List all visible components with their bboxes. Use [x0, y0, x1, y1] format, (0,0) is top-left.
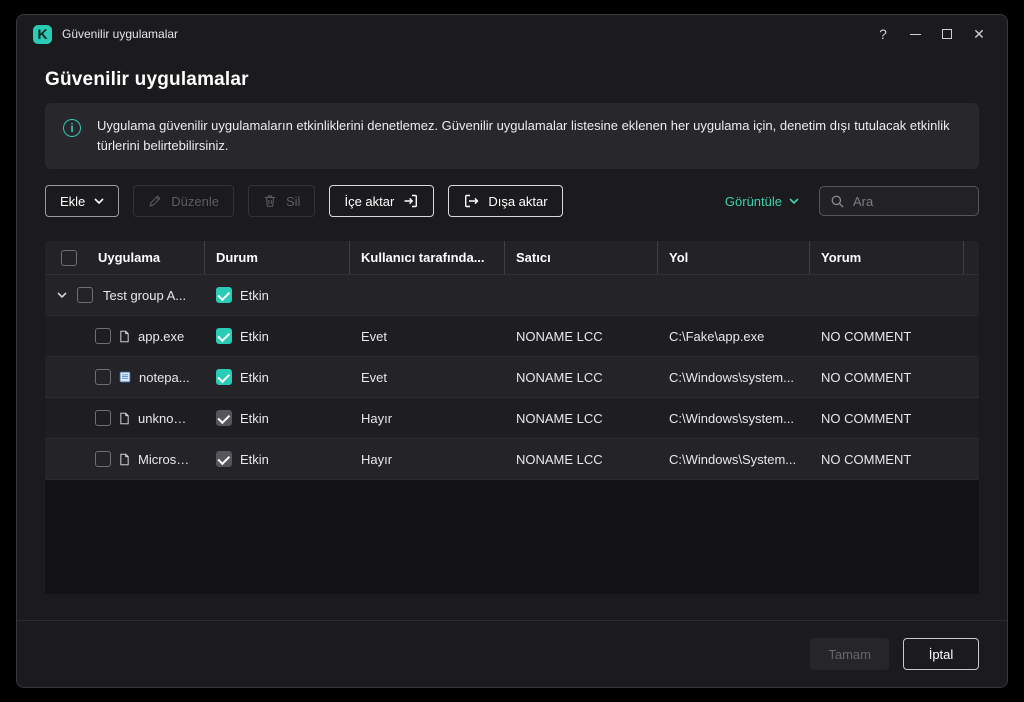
delete-button[interactable]: Sil [248, 185, 316, 218]
import-button[interactable]: İçe aktar [329, 185, 435, 218]
status-label: Etkin [240, 369, 269, 385]
search-box [819, 186, 979, 217]
add-button[interactable]: Ekle [45, 185, 120, 218]
kaspersky-logo-icon: K [33, 24, 52, 44]
col-header-user-defined[interactable]: Kullanıcı tarafında... [349, 241, 504, 275]
add-button-label: Ekle [60, 193, 86, 209]
app-window: K Güvenilir uygulamalar ? ✕ Güvenilir uy… [16, 14, 1008, 688]
col-header-status[interactable]: Durum [204, 241, 349, 275]
info-banner-text: Uygulama güvenilir uygulamaların etkinli… [97, 118, 950, 154]
view-button[interactable]: Görüntüle [725, 194, 799, 209]
status-checkbox[interactable] [216, 328, 232, 345]
app-name: app.exe [138, 328, 185, 344]
status-checkbox[interactable] [216, 410, 232, 427]
user-defined-cell: Evet [361, 369, 388, 385]
file-icon [118, 329, 131, 344]
trash-icon [264, 195, 276, 208]
vendor-cell: NONAME LCC [516, 451, 603, 467]
chevron-down-icon[interactable] [57, 292, 67, 299]
file-icon [118, 452, 131, 467]
user-defined-cell: Hayır [361, 451, 393, 467]
row-select-checkbox[interactable] [77, 287, 93, 304]
row-select-checkbox[interactable] [95, 451, 111, 468]
status-label: Etkin [240, 410, 269, 426]
page-content: Güvenilir uygulamalar i Uygulama güvenil… [17, 53, 1007, 620]
status-label: Etkin [240, 451, 269, 467]
table-header-row: Uygulama Durum Kullanıcı tarafında... Sa… [45, 241, 979, 276]
table-row[interactable]: Microsoft... Etkin Hayır NONAME LCC C:\W… [45, 439, 979, 481]
vendor-cell: NONAME LCC [516, 369, 603, 385]
select-all-checkbox[interactable] [61, 249, 77, 266]
toolbar: Ekle Düzenle Sil İçe aktar Dışa aktar Gö… [45, 185, 979, 218]
status-checkbox[interactable] [216, 287, 232, 304]
row-select-checkbox[interactable] [95, 328, 111, 345]
close-button[interactable]: ✕ [963, 19, 995, 49]
comment-cell: NO COMMENT [821, 328, 912, 344]
titlebar: K Güvenilir uygulamalar ? ✕ [17, 15, 1007, 53]
search-icon [831, 195, 844, 208]
applications-table: Uygulama Durum Kullanıcı tarafında... Sa… [45, 241, 979, 594]
import-icon [404, 195, 418, 208]
table-row[interactable]: notepa... Etkin Evet NONAME LCC C:\Windo… [45, 357, 979, 399]
path-cell: C:\Windows\system... [669, 410, 794, 426]
page-title: Güvenilir uygulamalar [45, 69, 249, 90]
cancel-button[interactable]: İptal [903, 638, 979, 670]
export-button[interactable]: Dışa aktar [448, 185, 563, 218]
minimize-icon [909, 33, 921, 35]
col-header-comment[interactable]: Yorum [809, 241, 963, 275]
group-name: Test group A... [103, 287, 187, 303]
file-icon [118, 411, 131, 426]
path-cell: C:\Windows\system... [669, 369, 794, 385]
path-cell: C:\Fake\app.exe [669, 328, 765, 344]
edit-button[interactable]: Düzenle [133, 185, 234, 218]
status-label: Etkin [240, 328, 269, 344]
comment-cell: NO COMMENT [821, 451, 912, 467]
import-button-label: İçe aktar [344, 193, 395, 209]
table-row-group[interactable]: Test group A... Etkin [45, 275, 979, 317]
col-header-path[interactable]: Yol [657, 241, 809, 275]
window-title: Güvenilir uygulamalar [62, 27, 179, 41]
status-label: Etkin [240, 287, 269, 303]
row-select-checkbox[interactable] [95, 369, 111, 386]
vendor-cell: NONAME LCC [516, 410, 603, 426]
status-checkbox[interactable] [216, 451, 232, 468]
col-header-vendor[interactable]: Satıcı [504, 241, 657, 275]
maximize-button[interactable] [931, 19, 963, 49]
app-name: Microsoft... [138, 451, 192, 467]
col-header-application[interactable]: Uygulama [86, 241, 204, 274]
row-select-checkbox[interactable] [95, 410, 111, 427]
search-input[interactable] [853, 193, 968, 209]
path-cell: C:\Windows\System... [669, 451, 797, 467]
delete-button-label: Sil [286, 193, 301, 209]
table-row[interactable]: unknown.... Etkin Hayır NONAME LCC C:\Wi… [45, 398, 979, 440]
table-row[interactable]: app.exe Etkin Evet NONAME LCC C:\Fake\ap… [45, 316, 979, 358]
chevron-down-icon [789, 198, 799, 205]
info-banner: i Uygulama güvenilir uygulamaların etkin… [45, 103, 979, 170]
help-button[interactable]: ? [867, 19, 899, 49]
maximize-icon [942, 29, 952, 39]
col-header-extra [963, 241, 979, 275]
dialog-footer: Tamam İptal [17, 620, 1007, 687]
vendor-cell: NONAME LCC [516, 328, 603, 344]
notepad-icon [118, 370, 132, 384]
info-icon: i [63, 119, 81, 137]
table-empty-area [45, 480, 979, 594]
export-button-label: Dışa aktar [488, 193, 548, 209]
minimize-button[interactable] [899, 19, 931, 49]
ok-button[interactable]: Tamam [810, 638, 889, 670]
status-checkbox[interactable] [216, 369, 232, 386]
comment-cell: NO COMMENT [821, 369, 912, 385]
pencil-icon [149, 195, 161, 207]
comment-cell: NO COMMENT [821, 410, 912, 426]
export-icon [465, 195, 479, 208]
edit-button-label: Düzenle [171, 193, 219, 209]
app-name: unknown.... [138, 410, 192, 426]
user-defined-cell: Evet [361, 328, 388, 344]
user-defined-cell: Hayır [361, 410, 393, 426]
app-name: notepa... [139, 369, 190, 385]
view-button-label: Görüntüle [724, 193, 782, 209]
chevron-down-icon [94, 198, 104, 205]
